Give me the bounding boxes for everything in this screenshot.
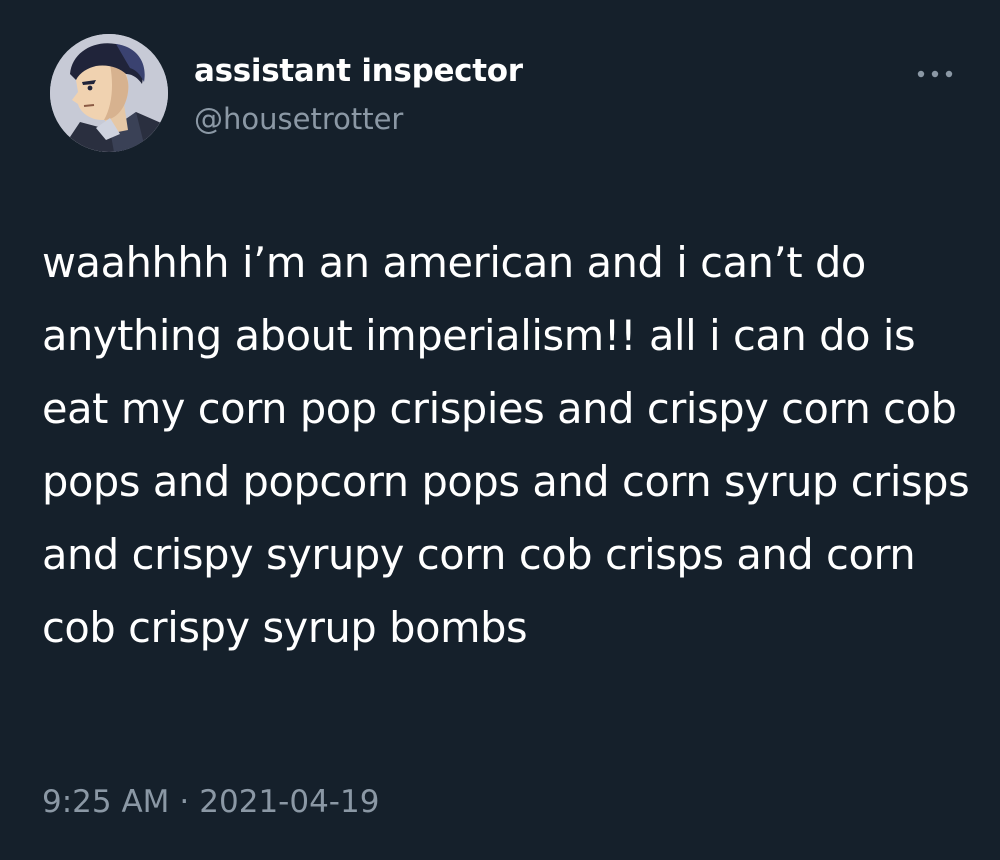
more-options-button[interactable] (912, 60, 958, 88)
tweet-timestamp[interactable]: 9:25 AM · 2021-04-19 (42, 784, 379, 820)
tweet-card: assistant inspector @housetrotter waahhh… (0, 0, 1000, 860)
tweet-date: 2021-04-19 (199, 784, 380, 820)
tweet-time: 9:25 AM (42, 784, 170, 820)
avatar-illustration-icon (50, 34, 168, 152)
more-horizontal-icon (917, 70, 953, 78)
timestamp-separator: · (179, 784, 190, 820)
tweet-text: waahhhh i’m an american and i can’t do a… (42, 238, 970, 652)
user-handle[interactable]: @housetrotter (194, 102, 403, 136)
display-name[interactable]: assistant inspector (194, 53, 523, 89)
avatar[interactable] (50, 34, 168, 152)
